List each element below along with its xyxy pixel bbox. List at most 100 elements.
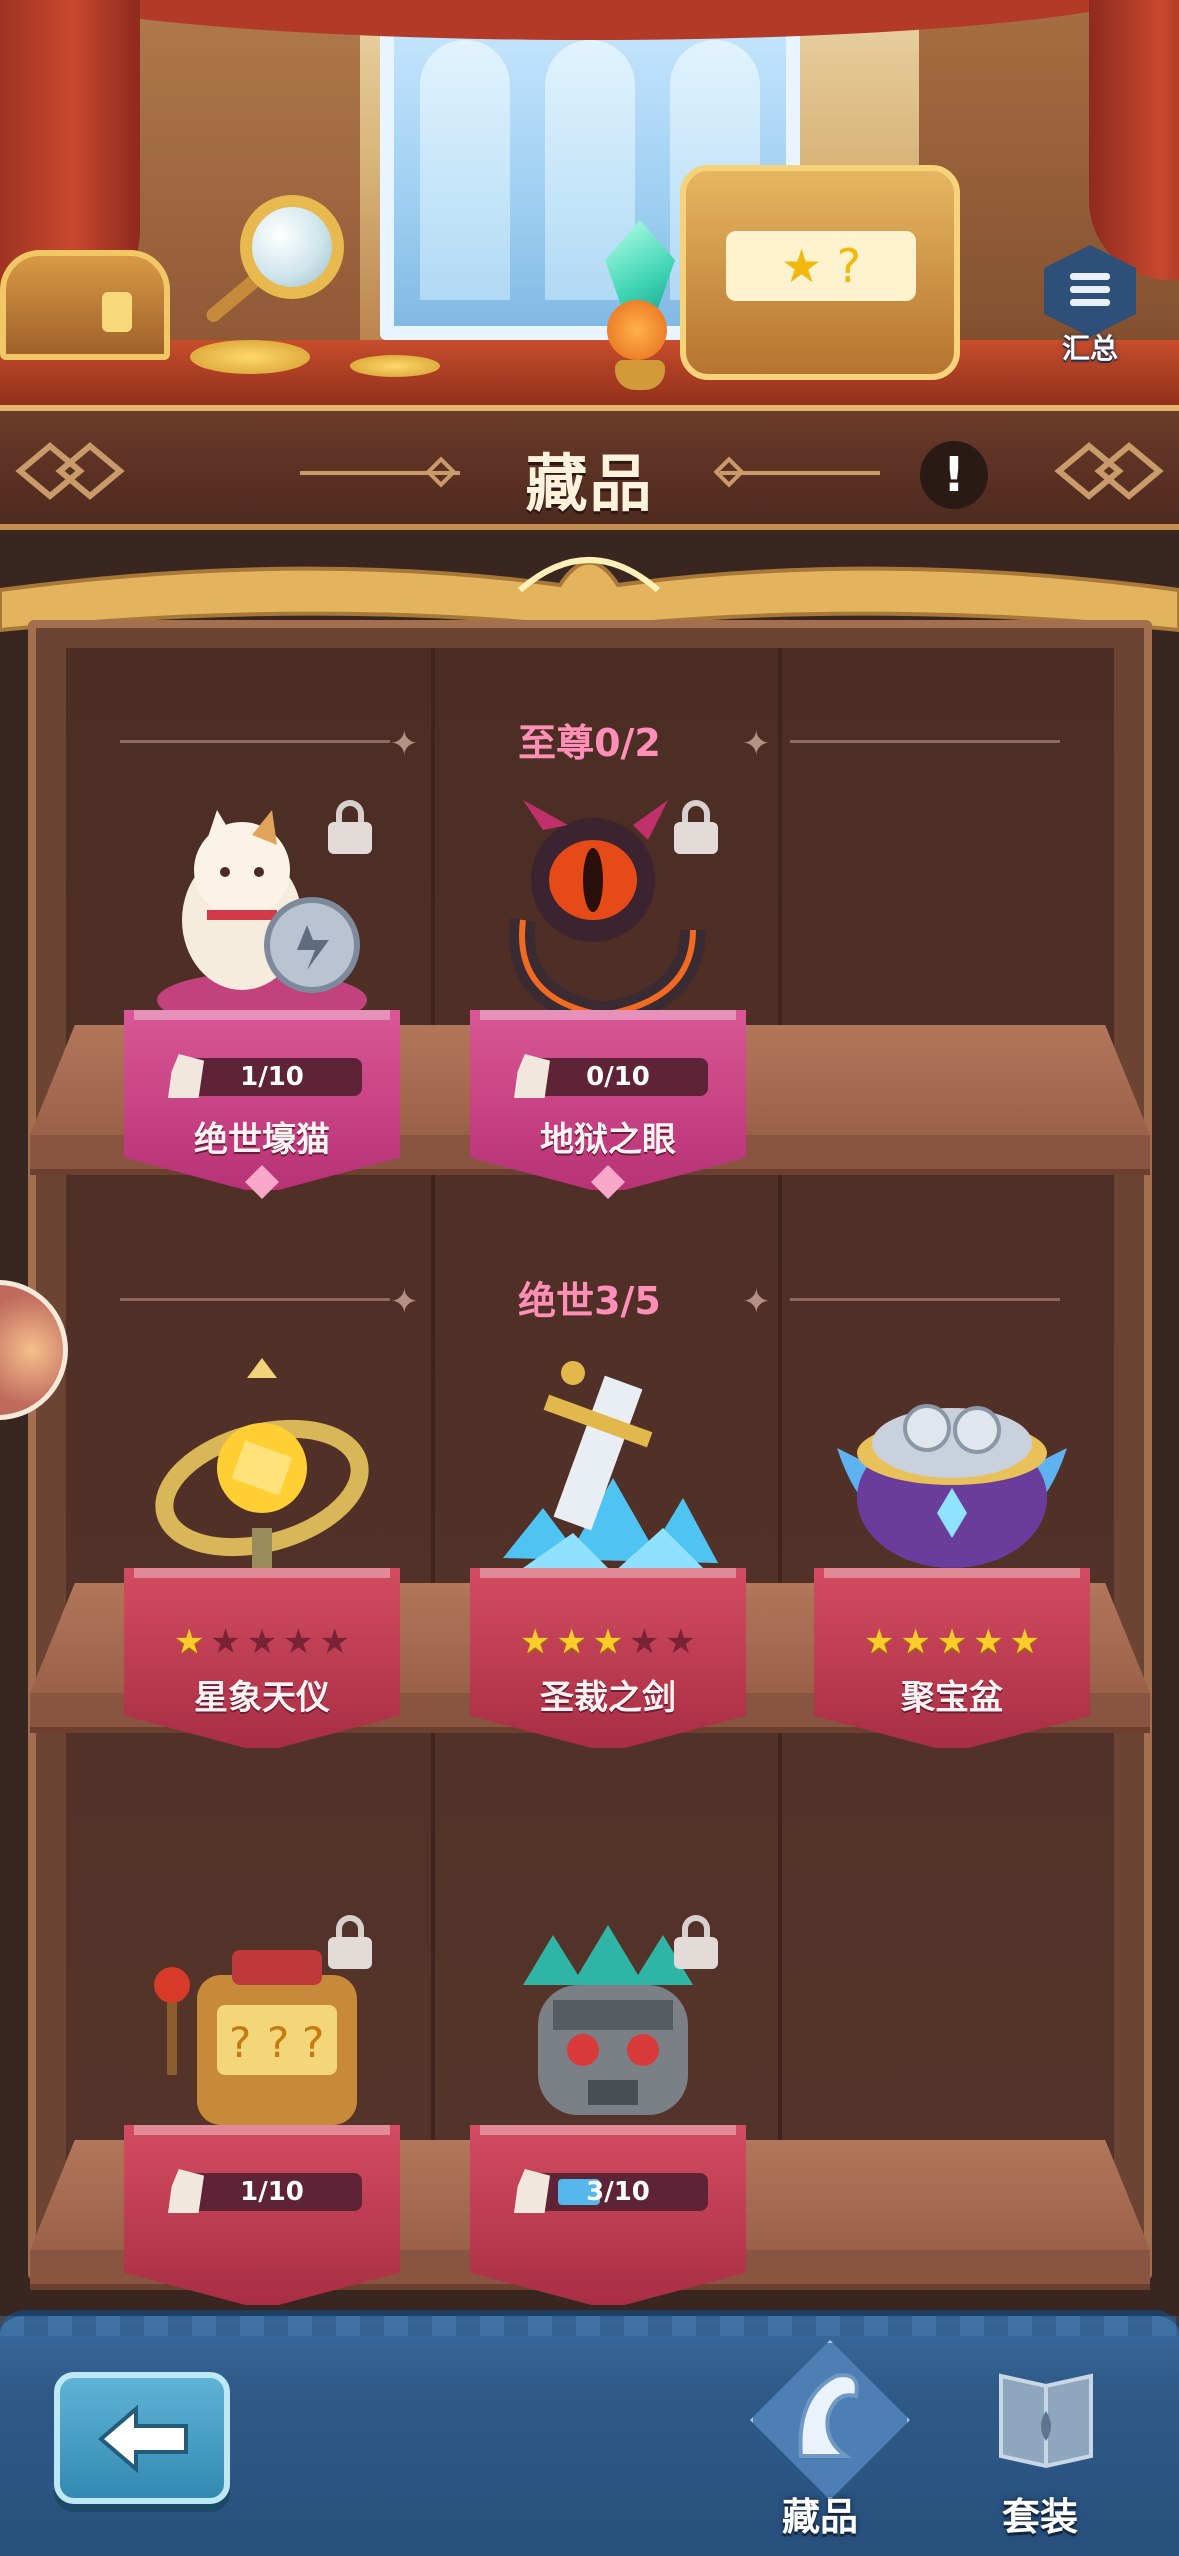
star-empty-icon: ★ [665, 1622, 696, 1662]
star-filled-icon: ★ [864, 1622, 895, 1662]
item-name: 圣裁之剑 [540, 1678, 676, 1718]
cabinet-divider [431, 648, 435, 2248]
plaque-rim [824, 1568, 1080, 1578]
collection-item[interactable]: ★ ★ ★ ★ ★ 星象天仪 [112, 1358, 412, 1758]
star-filled-icon: ★ [1009, 1622, 1040, 1662]
collection-item[interactable]: ? ? ? 1/10 [112, 1915, 412, 2315]
crystal-trophy-icon [595, 220, 685, 390]
star-filled-icon: ★ [592, 1622, 624, 1662]
tab-set[interactable]: 套装 [950, 2346, 1130, 2546]
gold-coins-icon [190, 340, 310, 374]
star-filled-icon: ★ [556, 1622, 587, 1662]
treasure-bowl-icon [837, 1404, 1067, 1568]
judgment-sword-icon [503, 1361, 718, 1573]
title-rule [720, 471, 880, 475]
tab-collection[interactable]: 藏品 [730, 2340, 910, 2546]
magnifier-icon [240, 195, 344, 299]
section-header: ✦ 至尊0/2 ✦ [0, 712, 1179, 772]
section-rule [790, 1298, 1060, 1301]
harp-icon [798, 2373, 859, 2458]
plaque-rim [480, 2125, 736, 2135]
item-plaque: 1/10 绝世壕猫 [124, 1010, 400, 1199]
side-avatar[interactable] [0, 1280, 68, 1420]
ornament-right-icon [1054, 442, 1164, 500]
section-rule [790, 740, 1060, 743]
cabinet-divider [778, 648, 782, 2248]
star-filled-icon: ★ [520, 1622, 551, 1662]
star-rating: ★ ★ ★ ★ ★ [174, 1624, 350, 1660]
book-icon [999, 2373, 1093, 2469]
lock-icon [326, 800, 374, 856]
item-name: 星象天仪 [194, 1678, 330, 1718]
shard-progress-bar: 0/10 [514, 1054, 708, 1098]
collection-item[interactable]: 3/10 [458, 1915, 758, 2315]
svg-text:?: ? [267, 2018, 289, 2067]
star-filled-icon: ★ [900, 1622, 931, 1662]
item-name: 绝世壕猫 [194, 1120, 330, 1160]
item-plaque: ★ ★ ★ ★ ★ 星象天仪 [124, 1568, 400, 1748]
plaque-rim [134, 2125, 390, 2135]
lock-icon [672, 1915, 720, 1971]
sparkle-icon: ✦ [742, 724, 771, 764]
section-header: ✦ 绝世3/5 ✦ [0, 1270, 1179, 1330]
item-plaque: ★ ★ ★ ★ ★ 聚宝盆 [814, 1568, 1090, 1748]
collection-item[interactable]: 1/10 绝世壕猫 [112, 800, 412, 1200]
sparkle-icon: ✦ [742, 1282, 771, 1322]
bottom-nav: 藏品 套装 [0, 2310, 1179, 2556]
page-title: 藏品 [525, 447, 654, 520]
plaque-bg [470, 1010, 746, 1190]
item-plaque: ★ ★ ★ ★ ★ 圣裁之剑 [470, 1568, 746, 1748]
tab-label: 藏品 [781, 2495, 858, 2539]
star-rating: ★ ★ ★ ★ ★ [520, 1624, 696, 1660]
star-filled-icon: ★ [174, 1622, 205, 1662]
plaque-bg [124, 1010, 400, 1190]
item-name: 聚宝盆 [901, 1678, 1003, 1718]
treasure-chest-icon [0, 250, 170, 360]
plaque-rim [480, 1010, 736, 1020]
title-bar: 藏品 ! [0, 405, 1179, 530]
star-empty-icon: ★ [319, 1622, 350, 1662]
plaque-bg [470, 2125, 746, 2305]
banner-scene: ★ ? 汇总 [0, 0, 1179, 410]
astrolabe-icon [155, 1358, 369, 1568]
star-empty-icon: ★ [210, 1622, 241, 1662]
collection-item[interactable]: 0/10 地狱之眼 [458, 800, 758, 1200]
lock-icon [326, 1915, 374, 1971]
plaque-rim [134, 1010, 390, 1020]
slot-machine-decor: ★ ? [680, 165, 960, 380]
summary-button[interactable]: 汇总 [1040, 245, 1140, 365]
plaque-bg [124, 2125, 400, 2305]
svg-text:?: ? [302, 2018, 324, 2067]
tab-label: 套装 [1001, 2495, 1078, 2539]
star-filled-icon: ★ [973, 1622, 1004, 1662]
plaque-rim [134, 1568, 390, 1578]
shard-count: 1/10 [240, 1062, 304, 1092]
star-empty-icon: ★ [283, 1622, 314, 1662]
star-rating: ★ ★ ★ ★ ★ [864, 1624, 1040, 1660]
arrow-left-icon [97, 2404, 188, 2474]
shard-progress-bar: 3/10 [514, 2169, 708, 2213]
star-empty-icon: ★ [629, 1622, 660, 1662]
lock-icon [672, 800, 720, 856]
menu-icon [1070, 273, 1110, 312]
shard-count: 3/10 [586, 2177, 650, 2207]
window-pane [420, 40, 510, 300]
table-top [0, 340, 1179, 410]
curtain [1089, 0, 1179, 280]
collection-item[interactable]: ★ ★ ★ ★ ★ 聚宝盆 [802, 1358, 1102, 1758]
svg-text:?: ? [229, 2018, 251, 2067]
nav-trim [0, 2316, 1179, 2336]
info-button[interactable]: ! [920, 441, 988, 509]
shard-count: 0/10 [586, 1062, 650, 1092]
collection-item[interactable]: ★ ★ ★ ★ ★ 圣裁之剑 [458, 1358, 758, 1758]
back-button[interactable] [54, 2372, 230, 2504]
item-plaque: 0/10 地狱之眼 [470, 1010, 746, 1199]
item-name: 地狱之眼 [540, 1120, 676, 1160]
item-plaque: 3/10 [470, 2125, 746, 2305]
summary-label: 汇总 [1061, 332, 1118, 365]
shard-progress-bar: 1/10 [168, 1054, 362, 1098]
star-empty-icon: ★ [246, 1622, 278, 1662]
star-filled-icon: ★ [936, 1622, 968, 1662]
shard-progress-bar: 1/10 [168, 2169, 362, 2213]
shard-count: 1/10 [240, 2177, 304, 2207]
